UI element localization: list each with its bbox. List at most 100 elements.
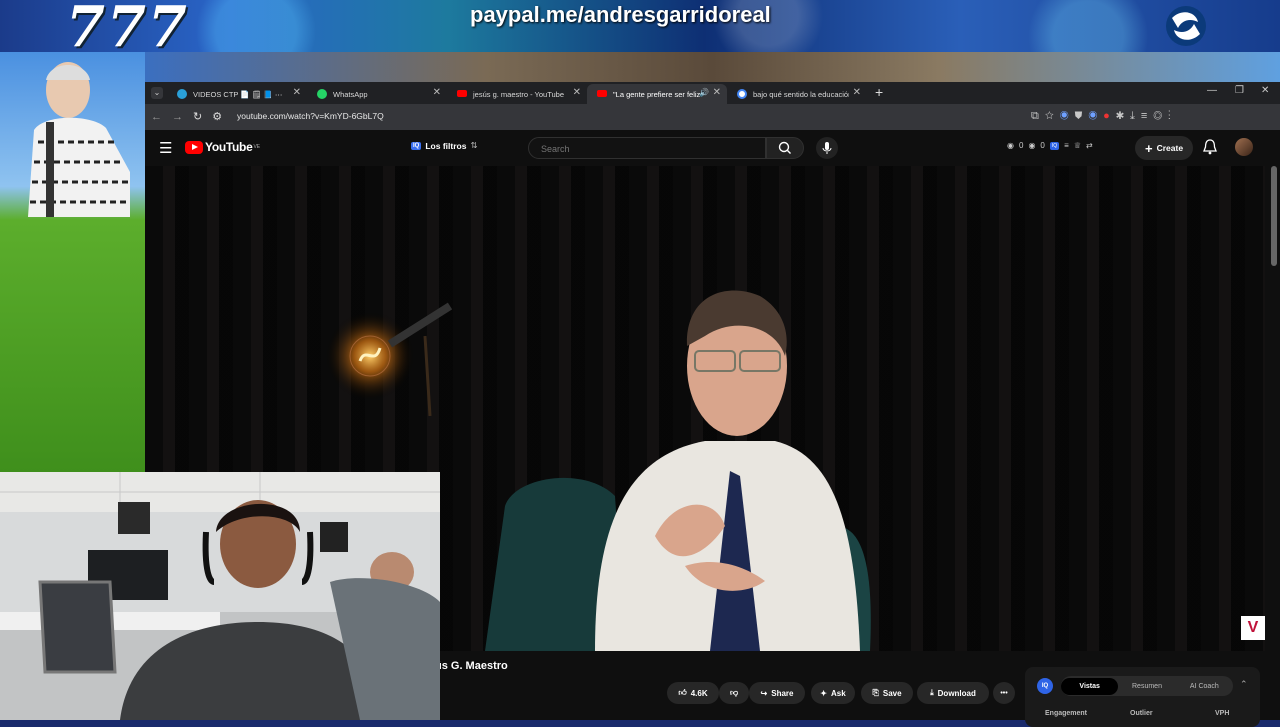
close-icon[interactable]: ✕ [853, 87, 861, 98]
like-count: 4.6K [690, 688, 708, 698]
close-icon[interactable]: ✕ [433, 87, 441, 98]
region-code: VE [253, 144, 261, 150]
page-scrollbar[interactable] [1271, 166, 1277, 266]
channel-name[interactable]: ús G. Maestro [435, 660, 508, 672]
notifications-bell-icon[interactable] [1203, 139, 1217, 155]
iq-small-icon[interactable]: IQ [1049, 141, 1060, 150]
download-button[interactable]: ⤓ Download [917, 682, 989, 704]
tab-youtube-search[interactable]: jesús g. maestro - YouTube ✕ [447, 84, 587, 104]
voice-search-button[interactable] [816, 137, 838, 159]
iq-stats-bar: ◉ 0 ◉ 0 IQ ≡ ♕ ⇄ [1007, 141, 1093, 150]
iq-side-panel: IQ Vistas Resumen AI Coach ⌃ Engagement … [1025, 667, 1260, 727]
download-icon[interactable]: ⤓ [1130, 110, 1141, 122]
close-icon[interactable]: ✕ [713, 87, 721, 98]
extension-icons: ⧉☆◉⛊◉●✱⤓≡◎⋮ [1031, 110, 1177, 123]
back-arrow-icon[interactable]: ← [151, 111, 172, 123]
avatar[interactable] [1235, 138, 1253, 156]
eye-icon: ◉ [1028, 141, 1036, 150]
youtube-favicon-icon [457, 90, 467, 97]
sparkle-icon: ✦ [820, 688, 827, 698]
reload-icon[interactable]: ↻ [193, 111, 212, 123]
bookmark-icon: ⎘ [872, 688, 879, 697]
tab-search-dropdown-icon[interactable]: ⌄ [151, 87, 163, 99]
microphone-icon [822, 142, 832, 154]
tab-resumen[interactable]: Resumen [1118, 683, 1175, 690]
extension-c-icon[interactable]: ● [1103, 110, 1116, 122]
speaker-person-image [485, 290, 871, 651]
like-button[interactable]: 👍︎ 4.6K [667, 682, 719, 704]
site-info-icon[interactable]: ⚙ [212, 111, 232, 123]
tab-google-search[interactable]: bajo qué sentido la educación ✕ [727, 84, 867, 104]
google-favicon-icon [737, 89, 747, 99]
youtube-play-icon [185, 140, 203, 154]
sliders-icon: ⇅ [470, 140, 478, 150]
tab-strip: ⌄ VIDEOS CTP 📄 🗒 📘 ⋯ ✕ WhatsApp ✕ jesús … [145, 82, 1280, 104]
address-bar: ←→↻⚙ youtube.com/watch?v=KmYD-6GbL7Q ⧉☆◉… [145, 104, 1280, 130]
share-arrow-icon: ↪ [760, 688, 768, 698]
profile-icon[interactable]: ◎ [1153, 110, 1168, 122]
list-icon[interactable]: ≡ [1064, 141, 1069, 150]
filters-button[interactable]: IQ Los filtros ⇅ [411, 140, 478, 151]
share-icon[interactable]: ⇄ [1086, 141, 1093, 150]
create-button[interactable]: + Create [1135, 136, 1194, 160]
column-vph: VPH [1215, 710, 1230, 717]
navigation-icons: ←→↻⚙ [151, 110, 232, 123]
ask-button[interactable]: ✦ Ask [811, 682, 855, 704]
minimize-icon[interactable]: — [1207, 85, 1217, 96]
create-label: Create [1156, 143, 1184, 153]
extension-a-icon[interactable]: ◉ [1060, 110, 1075, 122]
ask-label: Ask [831, 688, 846, 698]
tab-label: VIDEOS CTP 📄 🗒 📘 ⋯ [193, 89, 283, 99]
stat-b-value: 0 [1040, 141, 1045, 150]
close-icon[interactable]: ✕ [293, 87, 301, 98]
thumbs-down-icon: 👎︎ [729, 688, 739, 697]
meme-background-panel [0, 52, 145, 472]
tab-label: jesús g. maestro - YouTube [473, 89, 565, 99]
forward-arrow-icon[interactable]: → [172, 111, 193, 123]
youtube-logo[interactable]: YouTube VE [185, 140, 260, 154]
reading-list-icon[interactable]: ≡ [1141, 110, 1153, 122]
search-box[interactable] [528, 137, 766, 159]
share-button[interactable]: ↪ Share [749, 682, 805, 704]
tab-ai-coach[interactable]: AI Coach [1176, 683, 1233, 690]
bookmark-star-icon[interactable]: ☆ [1045, 110, 1060, 122]
new-tab-plus-icon[interactable]: + [875, 84, 883, 100]
eye-icon: ◉ [1007, 141, 1014, 150]
webcam-scene-image [0, 472, 440, 720]
tab-whatsapp[interactable]: WhatsApp ✕ [307, 84, 447, 104]
audio-playing-icon[interactable]: 🔊 [699, 88, 709, 97]
puzzle-icon[interactable]: ✱ [1116, 110, 1130, 122]
menu-kebab-icon[interactable]: ⋮ [1168, 110, 1177, 122]
more-actions-button[interactable]: ••• [993, 682, 1015, 704]
cast-icon[interactable]: ⧉ [1031, 110, 1045, 122]
hamburger-menu-icon[interactable]: ☰ [159, 139, 172, 157]
stat-a-value: 0 [1018, 141, 1024, 150]
tab-label: "La gente prefiere ser feliz [613, 89, 701, 99]
save-button[interactable]: ⎘ Save [861, 682, 913, 704]
youtube-header: ☰ YouTube VE IQ Los filtros ⇅ ◉ 0 ◉ 0 IQ ≡… [145, 130, 1280, 166]
shield-icon[interactable]: ⛊ [1075, 110, 1089, 122]
filters-label: Los filtros [425, 140, 467, 151]
share-label: Share [771, 688, 794, 698]
save-label: Save [882, 688, 902, 698]
search-button[interactable] [766, 137, 804, 159]
paypal-link-text: paypal.me/andresgarridoreal [470, 2, 771, 27]
tab-current-video[interactable]: "La gente prefiere ser feliz 🔊 ✕ [587, 84, 727, 104]
collapse-chevron-icon[interactable]: ⌃ [1240, 679, 1248, 690]
tab-videos-ctp[interactable]: VIDEOS CTP 📄 🗒 📘 ⋯ ✕ [167, 84, 307, 104]
more-dots-icon: ••• [1000, 689, 1008, 697]
extension-b-icon[interactable]: ◉ [1088, 110, 1103, 122]
iq-panel-badge: IQ [1037, 678, 1053, 694]
channel-watermark-logo: V [1241, 616, 1265, 640]
tab-vistas[interactable]: Vistas [1061, 677, 1119, 695]
restore-icon[interactable]: ❐ [1235, 85, 1244, 96]
tab-label: bajo qué sentido la educación [753, 89, 849, 99]
close-window-icon[interactable]: ✕ [1261, 85, 1269, 96]
dislike-button[interactable]: 👎︎ [719, 682, 749, 704]
close-icon[interactable]: ✕ [573, 87, 581, 98]
trophy-icon[interactable]: ♕ [1074, 141, 1081, 150]
url-field[interactable]: youtube.com/watch?v=KmYD-6GbL7Q [237, 111, 384, 121]
iq-badge: IQ [411, 141, 422, 150]
background-image-strip [145, 52, 1280, 82]
search-input[interactable] [539, 143, 743, 155]
